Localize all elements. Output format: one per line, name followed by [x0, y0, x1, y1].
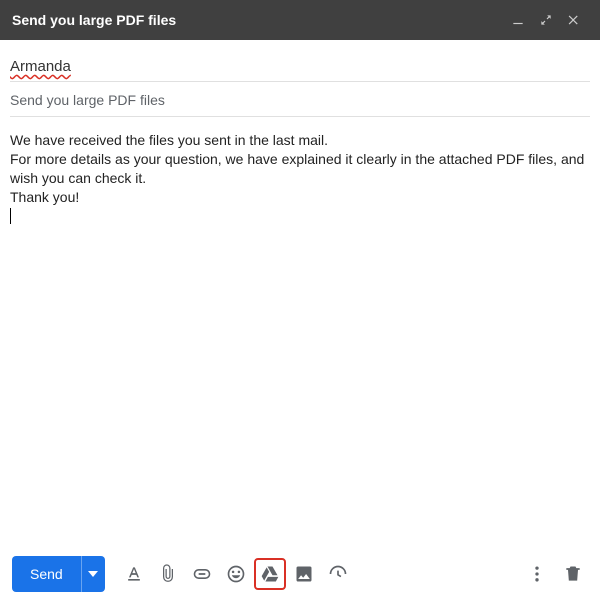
photo-icon[interactable]: [289, 559, 319, 589]
formatting-icon[interactable]: [119, 559, 149, 589]
drive-icon[interactable]: [255, 559, 285, 589]
minimize-button[interactable]: [504, 6, 532, 34]
close-button[interactable]: [560, 6, 588, 34]
caret-down-icon: [88, 569, 98, 579]
compose-titlebar: Send you large PDF files: [0, 0, 600, 40]
send-label: Send: [30, 566, 63, 582]
trash-icon[interactable]: [558, 559, 588, 589]
window-title: Send you large PDF files: [12, 12, 504, 28]
compose-body: Armanda Send you large PDF files We have…: [0, 40, 600, 552]
more-options-icon[interactable]: [522, 559, 552, 589]
text-caret: [10, 208, 11, 224]
subject-text: Send you large PDF files: [10, 92, 165, 108]
body-text: We have received the files you sent in t…: [10, 132, 588, 205]
subject-field[interactable]: Send you large PDF files: [10, 82, 590, 117]
attach-icon[interactable]: [153, 559, 183, 589]
send-button[interactable]: Send: [12, 556, 81, 592]
link-icon[interactable]: [187, 559, 217, 589]
compose-toolbar: Send: [0, 552, 600, 608]
format-icon-row: [119, 559, 353, 589]
message-body[interactable]: We have received the files you sent in t…: [10, 117, 590, 552]
recipients-field[interactable]: Armanda: [10, 50, 590, 82]
recipient-chip[interactable]: Armanda: [10, 58, 71, 75]
fullscreen-button[interactable]: [532, 6, 560, 34]
toolbar-right: [522, 559, 588, 589]
send-options-button[interactable]: [81, 556, 105, 592]
confidential-icon[interactable]: [323, 559, 353, 589]
send-group: Send: [12, 556, 105, 592]
emoji-icon[interactable]: [221, 559, 251, 589]
